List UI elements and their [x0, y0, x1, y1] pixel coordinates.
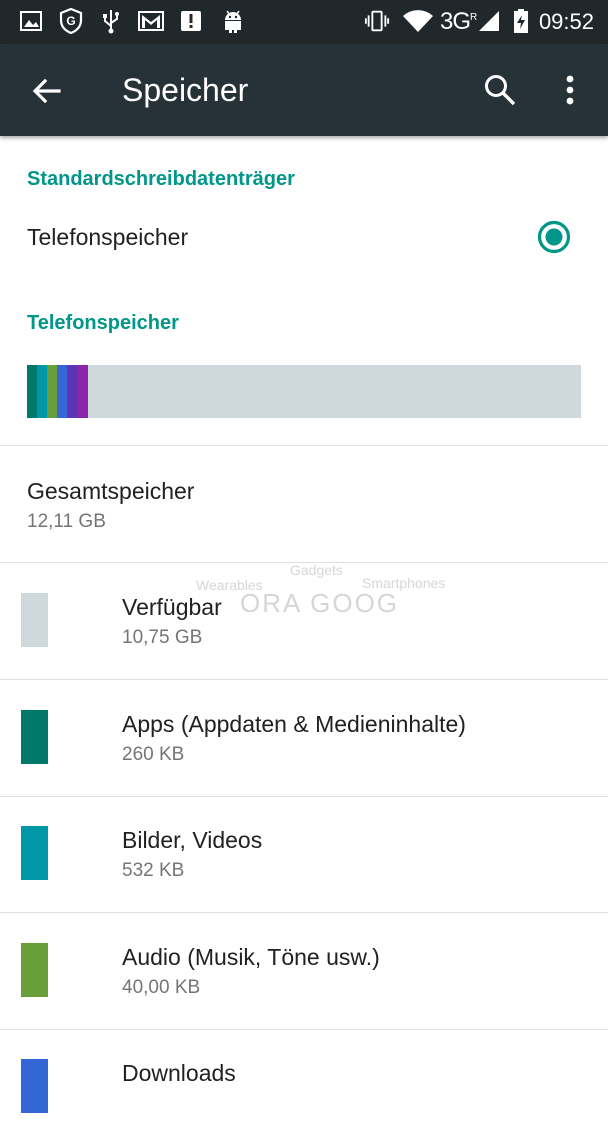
watermark-text: Gadgets — [290, 562, 343, 578]
usage-segment-2 — [46, 365, 57, 418]
image-icon — [18, 8, 44, 34]
storage-category-row[interactable]: Downloads — [0, 1029, 608, 1144]
back-button[interactable] — [22, 66, 72, 116]
android-icon — [220, 8, 246, 34]
storage-category-row[interactable]: Bilder, Videos 532 KB — [0, 796, 608, 911]
storage-category-row[interactable]: Apps (Appdaten & Medieninhalte) 260 KB — [0, 680, 608, 795]
usage-segment-1 — [36, 365, 47, 418]
category-label: Audio (Musik, Töne usw.) — [122, 944, 380, 970]
clock: 09:52 — [538, 9, 594, 34]
total-storage-value: 12,11 GB — [27, 511, 106, 532]
phone-storage-header: Telefonspeicher — [27, 312, 179, 334]
vibrate-icon — [364, 8, 390, 34]
arrow-back-icon — [32, 78, 61, 104]
battery-charging-icon — [508, 8, 534, 34]
usage-segment-4 — [66, 365, 77, 418]
usb-icon — [98, 8, 124, 34]
usage-segment-0 — [27, 365, 37, 418]
category-label: Bilder, Videos — [122, 827, 263, 853]
default-write-option-label[interactable]: Telefonspeicher — [27, 224, 188, 251]
category-label: Downloads — [122, 1060, 236, 1086]
category-value: 10,75 GB — [122, 627, 203, 648]
category-color-swatch — [21, 943, 48, 997]
search-icon — [485, 75, 516, 106]
page-title: Speicher — [122, 72, 249, 108]
category-value: 532 KB — [122, 860, 185, 881]
default-write-header: Standardschreibdatenträger — [27, 168, 295, 190]
category-color-swatch — [21, 710, 48, 764]
more-options-button[interactable] — [548, 66, 592, 114]
wifi-icon — [402, 8, 434, 34]
total-storage-row[interactable]: Gesamtspeicher 12,11 GB — [0, 446, 608, 561]
total-storage-label: Gesamtspeicher — [27, 478, 195, 504]
search-button[interactable] — [476, 66, 524, 114]
svg-text:G: G — [66, 14, 75, 28]
alert-icon — [178, 8, 204, 34]
signal-icon — [476, 8, 502, 34]
more-vert-icon — [566, 75, 574, 105]
storage-usage-bar — [27, 365, 581, 418]
app-bar: Speicher — [0, 44, 608, 136]
category-value: 40,00 KB — [122, 977, 201, 998]
radio-button-selected[interactable] — [536, 219, 572, 255]
category-label: Apps (Appdaten & Medieninhalte) — [122, 711, 466, 737]
category-color-swatch — [21, 826, 48, 880]
usage-segment-3 — [56, 365, 67, 418]
category-value: 260 KB — [122, 744, 185, 765]
shield-g-icon: G — [58, 8, 84, 34]
category-label: Verfügbar — [122, 594, 222, 620]
usage-segment-5 — [76, 365, 88, 418]
category-color-swatch — [21, 1059, 48, 1113]
status-bar: G 3GR 09:52 — [0, 0, 608, 44]
network-type: 3GR — [440, 8, 477, 35]
storage-category-row[interactable]: Audio (Musik, Töne usw.) 40,00 KB — [0, 913, 608, 1028]
storage-category-row[interactable]: Verfügbar 10,75 GB — [0, 563, 608, 678]
watermark-text: ORA GOOG — [240, 588, 400, 618]
gmail-icon — [138, 8, 164, 34]
category-color-swatch — [21, 593, 48, 647]
